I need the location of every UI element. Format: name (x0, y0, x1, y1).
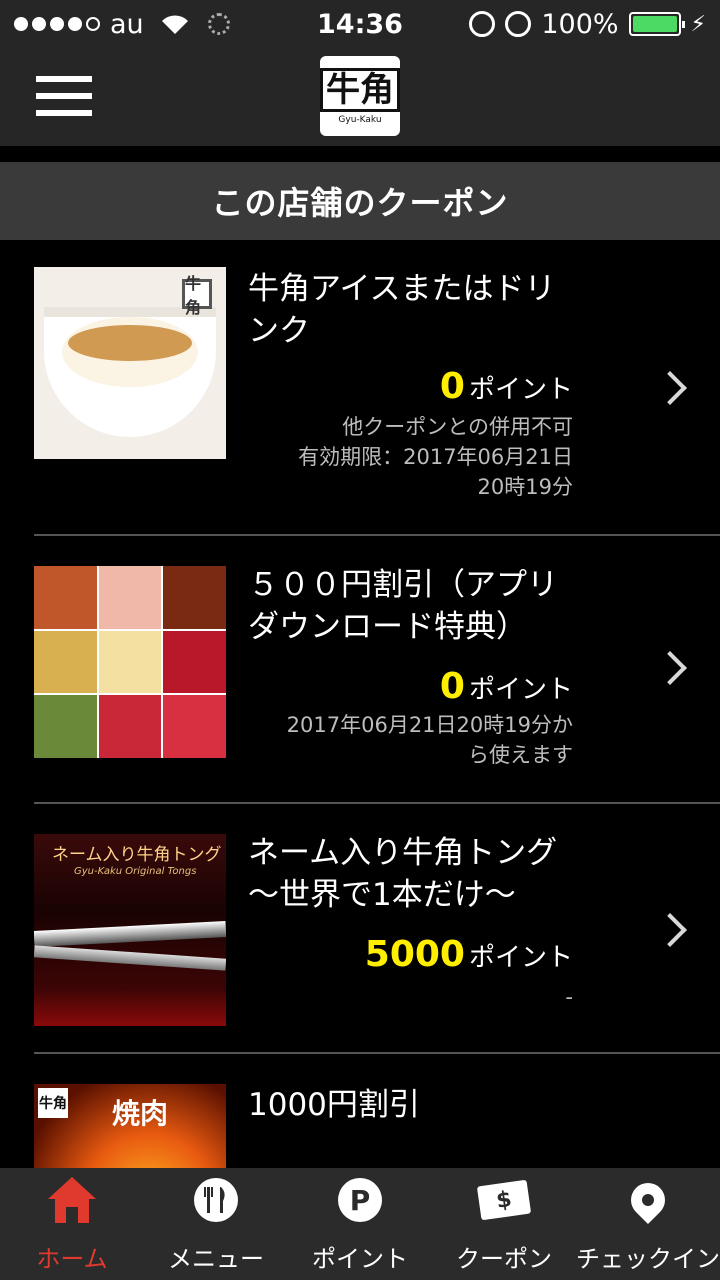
coupon-note: 2017年06月21日20時19分か ら使えます (286, 713, 573, 767)
battery-icon (628, 12, 685, 36)
tab-point[interactable]: P ポイント (288, 1168, 432, 1280)
coupon-item-1000yen[interactable]: 牛角 焼肉 1000円割引 (0, 1054, 720, 1168)
tab-label: メニュー (168, 1245, 264, 1273)
chevron-right-icon (653, 371, 687, 405)
coupon-list[interactable]: 牛角 牛角アイスまたはドリンク 0 ポイント 他クーポンとの併用不可 有効期限：2… (0, 240, 720, 1168)
coupon-ticket-icon: $ (476, 1175, 532, 1225)
tab-bar: ホーム メニュー P ポイント $ クーポン チェックイン (0, 1168, 720, 1280)
coupon-item-tongs[interactable]: ネーム入り牛角トング Gyu-Kaku Original Tongs ネーム入り… (0, 804, 720, 1052)
coupon-image: ネーム入り牛角トング Gyu-Kaku Original Tongs (34, 834, 226, 1026)
chevron-right-icon (653, 651, 687, 685)
tab-label: ポイント (312, 1245, 408, 1273)
coupon-title: 1000円割引 (248, 1087, 420, 1123)
coupon-title: ネーム入り牛角トング～世界で1本だけ～ (248, 835, 558, 913)
battery-percent: 100% (541, 8, 619, 40)
coupon-item-500yen[interactable]: ５００円割引（アプリダウンロード特典） 0 ポイント 2017年06月21日20時… (0, 536, 720, 802)
coupon-image: 牛角 (34, 267, 226, 459)
wifi-icon (161, 15, 188, 34)
rotation-lock-icon (469, 11, 496, 37)
alarm-icon (505, 11, 532, 37)
coupon-note: - (565, 985, 573, 1009)
tab-home[interactable]: ホーム (0, 1168, 144, 1280)
hamburger-menu-icon[interactable] (36, 76, 92, 116)
loading-spinner-icon (207, 13, 230, 35)
tab-checkin[interactable]: チェックイン (576, 1168, 720, 1280)
status-bar: au 14:36 100% ⚡ (0, 0, 720, 48)
coupon-title: ５００円割引（アプリダウンロード特典） (248, 567, 558, 645)
section-title: この店舗のクーポン (0, 162, 720, 240)
tab-menu[interactable]: メニュー (144, 1168, 288, 1280)
home-icon (47, 1175, 97, 1225)
tab-label: クーポン (456, 1245, 552, 1273)
fork-knife-icon (191, 1175, 241, 1225)
location-pin-icon (623, 1175, 673, 1225)
tab-label: チェックイン (576, 1245, 720, 1273)
signal-strength-icon (14, 17, 100, 31)
coupon-points: 0 ポイント (439, 666, 573, 707)
nav-bar: 牛角 Gyu-Kaku (0, 48, 720, 146)
coupon-image (34, 566, 226, 758)
coupon-item-ice-drink[interactable]: 牛角 牛角アイスまたはドリンク 0 ポイント 他クーポンとの併用不可 有効期限：2… (0, 240, 720, 535)
point-icon: P (335, 1175, 385, 1225)
logo-mark: 牛角 (182, 274, 212, 317)
coupon-title: 牛角アイスまたはドリンク (248, 271, 556, 349)
carrier-label: au (110, 8, 144, 40)
coupon-points: 0 ポイント (439, 366, 573, 407)
coupon-note: 他クーポンとの併用不可 有効期限：2017年06月21日 20時19分 (298, 415, 573, 499)
charging-bolt-icon: ⚡ (690, 11, 706, 37)
gyukaku-logo: 牛角 Gyu-Kaku (320, 56, 400, 136)
coupon-image: 牛角 焼肉 (34, 1084, 226, 1168)
coupon-points: 5000 ポイント (364, 934, 573, 975)
tab-label: ホーム (36, 1245, 108, 1273)
tab-coupon[interactable]: $ クーポン (432, 1168, 576, 1280)
chevron-right-icon (653, 913, 687, 947)
